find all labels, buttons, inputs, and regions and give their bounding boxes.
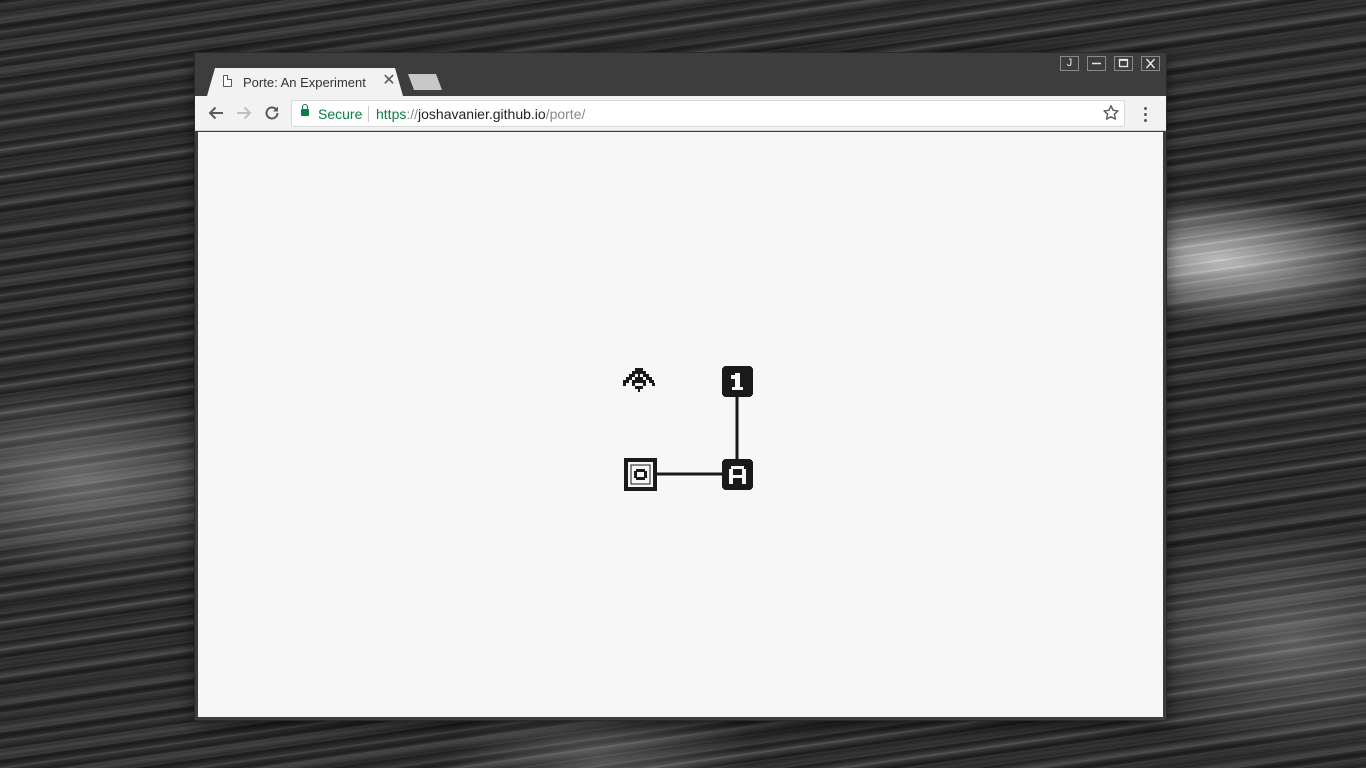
profile-button[interactable]: J bbox=[1060, 56, 1079, 71]
menu-dot bbox=[1143, 106, 1147, 110]
address-divider bbox=[368, 106, 369, 122]
new-tab-button[interactable] bbox=[408, 74, 442, 90]
menu-dot bbox=[1143, 112, 1147, 116]
reload-button[interactable] bbox=[261, 102, 283, 124]
close-window-button[interactable] bbox=[1141, 56, 1160, 71]
browser-window: Porte: An Experiment ✕ J Secure https://… bbox=[195, 53, 1166, 720]
url-scheme: https bbox=[376, 106, 407, 122]
tab-strip: Porte: An Experiment ✕ J bbox=[195, 53, 1166, 96]
url-path: /porte/ bbox=[545, 106, 586, 122]
tab-close-icon[interactable]: ✕ bbox=[381, 72, 397, 90]
reload-icon bbox=[265, 106, 279, 120]
minimize-icon bbox=[1092, 62, 1101, 65]
star-icon[interactable] bbox=[1102, 104, 1120, 122]
lock-icon bbox=[301, 104, 309, 116]
maximize-icon bbox=[1118, 58, 1129, 68]
tab-title: Porte: An Experiment bbox=[243, 75, 366, 90]
minimize-button[interactable] bbox=[1087, 56, 1106, 71]
tab-porte[interactable]: Porte: An Experiment ✕ bbox=[207, 68, 403, 96]
address-bar[interactable]: Secure https://joshavanier.github.io/por… bbox=[291, 100, 1125, 127]
browser-toolbar: Secure https://joshavanier.github.io/por… bbox=[195, 96, 1166, 131]
forward-button[interactable] bbox=[233, 102, 255, 124]
arrow-right-icon bbox=[237, 106, 252, 120]
menu-dot bbox=[1143, 118, 1147, 122]
page-viewport bbox=[198, 132, 1163, 717]
back-button[interactable] bbox=[205, 102, 227, 124]
arrow-left-icon bbox=[208, 106, 223, 120]
porte-game-board[interactable] bbox=[198, 132, 1163, 717]
url-host: joshavanier.github.io bbox=[418, 106, 546, 122]
player-sprite bbox=[623, 368, 655, 392]
close-icon bbox=[1145, 58, 1156, 69]
node-1[interactable] bbox=[722, 366, 753, 397]
maximize-button[interactable] bbox=[1114, 56, 1133, 71]
url-separator: :// bbox=[406, 106, 419, 122]
node-o[interactable] bbox=[624, 458, 657, 491]
security-label: Secure bbox=[318, 106, 363, 122]
page-icon bbox=[223, 75, 232, 87]
kebab-menu-icon[interactable] bbox=[1138, 104, 1152, 124]
node-a[interactable] bbox=[722, 459, 753, 490]
url-text[interactable]: https://joshavanier.github.io/porte/ bbox=[376, 106, 585, 122]
